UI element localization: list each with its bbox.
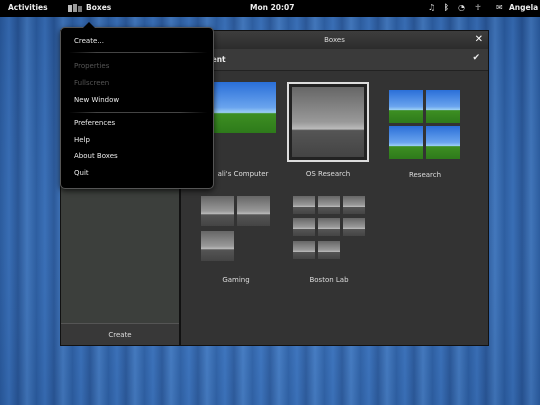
chat-icon[interactable]: ✉	[496, 3, 503, 12]
machine-tile[interactable]: OS Research	[287, 82, 369, 178]
menu-item-help[interactable]: Help	[74, 136, 90, 144]
menu-item-properties: Properties	[74, 62, 110, 70]
collection-label: Boston Lab	[309, 276, 349, 284]
collection-label: Research	[408, 171, 442, 179]
boxes-window: Boxes ✕ nd Recent ✔ ali's Computer OS Re…	[180, 30, 489, 346]
menu-item-about[interactable]: About Boxes	[74, 152, 118, 160]
menu-item-quit[interactable]: Quit	[74, 169, 89, 177]
close-icon[interactable]: ✕	[475, 31, 483, 49]
collection-tile[interactable]: Research	[389, 90, 461, 180]
menu-item-create[interactable]: Create...	[74, 37, 104, 45]
menu-separator	[69, 112, 207, 113]
clock[interactable]: Mon 20:07	[250, 3, 294, 12]
collection-bar: nd Recent ✔	[181, 49, 488, 71]
title-bar: Boxes ✕	[181, 31, 488, 49]
menu-separator	[69, 52, 207, 53]
volume-icon[interactable]: ♫	[428, 3, 435, 12]
machine-label: ali's Computer	[217, 170, 269, 178]
machine-thumbnail	[213, 82, 276, 133]
collection-label: Gaming	[222, 276, 250, 284]
collection-tile[interactable]: Gaming	[201, 196, 271, 286]
user-menu[interactable]: Angela	[509, 3, 538, 12]
create-button[interactable]: Create	[61, 323, 179, 345]
menu-item-new-window[interactable]: New Window	[74, 96, 119, 104]
bluetooth-icon[interactable]: ᛒ	[444, 3, 449, 12]
accessibility-icon[interactable]: ☥	[475, 3, 481, 12]
activities-button[interactable]: Activities	[8, 3, 48, 12]
machine-tile[interactable]: ali's Computer	[203, 82, 283, 178]
boxes-app-icon	[68, 4, 82, 12]
checkmark-icon[interactable]: ✔	[472, 53, 480, 63]
menu-item-fullscreen: Fullscreen	[74, 79, 110, 87]
app-menu: Create... Properties Fullscreen New Wind…	[60, 22, 214, 189]
top-bar: Activities Boxes Mon 20:07 ♫ ᛒ ◔ ☥ ✉ Ang…	[0, 0, 540, 17]
wifi-icon[interactable]: ◔	[458, 3, 465, 12]
collection-tile[interactable]: Boston Lab	[293, 196, 365, 286]
machine-thumbnail	[287, 82, 369, 162]
menu-item-preferences[interactable]: Preferences	[74, 119, 115, 127]
machine-label: OS Research	[305, 170, 351, 178]
app-menu-button[interactable]: Boxes	[86, 3, 111, 12]
window-title: Boxes	[324, 36, 345, 44]
